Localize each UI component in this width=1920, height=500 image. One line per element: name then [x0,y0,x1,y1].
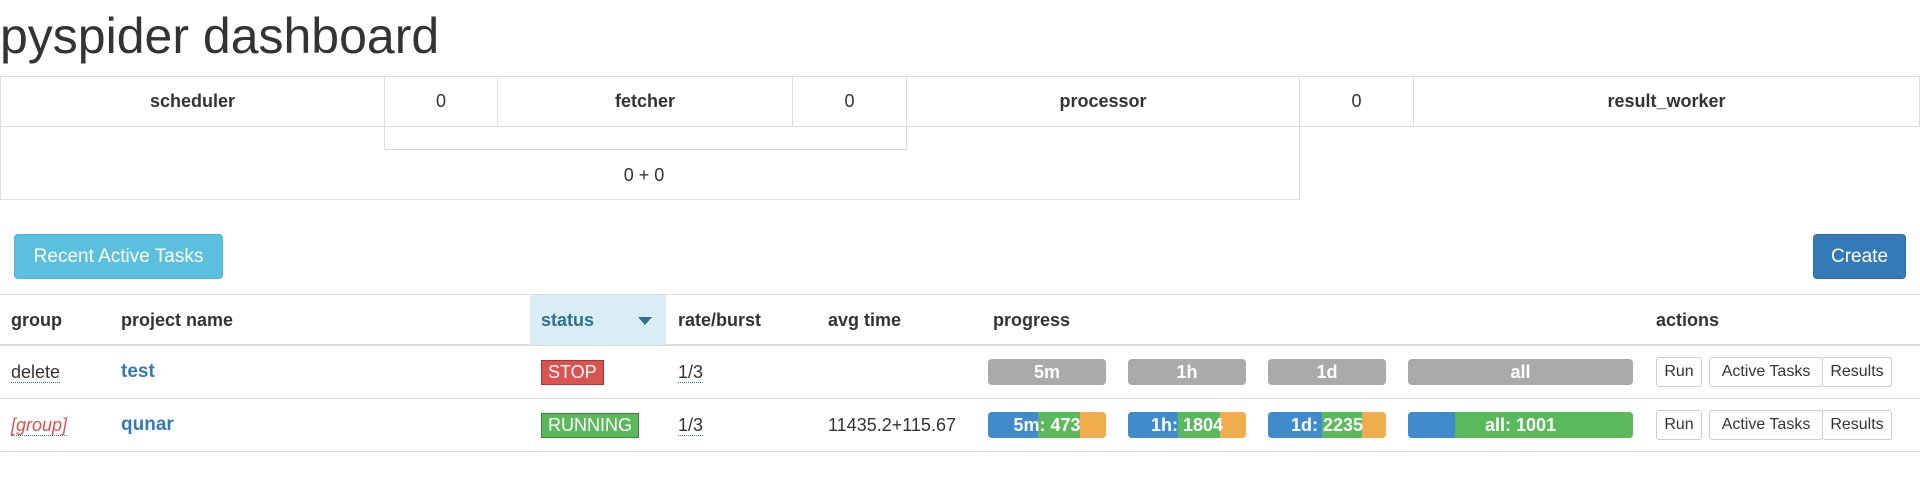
group-editable[interactable]: delete [11,362,61,383]
header-group: group [11,309,62,330]
progress-bar-1d: 1d [1268,359,1386,385]
header-actions: actions [1656,309,1720,330]
progress-label: 1d: 2235 [1290,414,1364,435]
rate-burst-editable[interactable]: 1/3 [678,415,704,436]
status-badge[interactable]: STOP [541,359,604,385]
result-worker-label: result_worker [1413,76,1920,127]
rate-burst-editable[interactable]: 1/3 [678,362,704,383]
header-avg-time[interactable]: avg time [817,295,982,345]
create-button[interactable]: Create [1813,234,1906,279]
processor-count: 0 [1299,76,1414,127]
processor-label: processor [906,76,1300,127]
group-editable[interactable]: [group] [11,415,68,436]
table-header: group project name status rate/burst avg… [0,294,1920,346]
row-project-name[interactable]: qunar [110,399,530,451]
progress-label: 1h: 1804 [1150,414,1224,435]
progress-bar-5m: 5m: 473 [988,412,1106,438]
project-link[interactable]: qunar [121,414,174,436]
row-group[interactable]: delete [0,346,110,398]
progress-bar-1d: 1d: 2235 [1268,412,1386,438]
progress-label: 1h [1176,361,1198,382]
progress-bar-5m: 5m [988,359,1106,385]
progress-bar-all: all [1408,359,1633,385]
progress-label: 1d [1316,361,1338,382]
row-status[interactable]: STOP [530,346,666,398]
row-project-name[interactable]: test [110,346,530,398]
project-link[interactable]: test [121,361,155,383]
processor-summary: 0 + 0 [623,164,665,185]
header-project-name[interactable]: project name [110,295,530,345]
progress-label: all: 1001 [1484,414,1557,435]
scheduler-label: scheduler [0,76,385,127]
results-button[interactable]: Results [1822,357,1892,387]
header-rate-burst[interactable]: rate/burst [667,295,817,345]
results-button[interactable]: Results [1822,410,1892,440]
page-title: pyspider dashboard [0,8,440,64]
stats-inner-divider [384,126,907,150]
header-status[interactable]: status [530,295,666,345]
table-row: delete test STOP 1/3 5m 1h 1d all Run Ac… [0,346,1920,399]
progress-label: 5m [1033,361,1060,382]
recent-active-tasks-button[interactable]: Recent Active Tasks [14,234,223,279]
run-button[interactable]: Run [1656,410,1702,440]
header-status-label: status [541,309,595,330]
row-rate-burst[interactable]: 1/3 [667,399,817,451]
table-row: [group] qunar RUNNING 1/3 11435.2+115.67… [0,399,1920,452]
header-progress: progress [993,309,1071,330]
row-avg-time: 11435.2+115.67 [828,414,956,435]
row-group[interactable]: [group] [0,399,110,451]
progress-label: 5m: 473 [1013,414,1081,435]
scheduler-count: 0 [384,76,498,127]
progress-bar-all: all: 1001 [1408,412,1633,438]
progress-bar-1h: 1h: 1804 [1128,412,1246,438]
run-button[interactable]: Run [1656,357,1702,387]
row-status[interactable]: RUNNING [530,399,666,451]
row-avg-time [817,346,982,398]
progress-label: all [1510,361,1531,382]
active-tasks-button[interactable]: Active Tasks [1709,410,1823,440]
sort-desc-icon [638,317,652,325]
row-rate-burst[interactable]: 1/3 [667,346,817,398]
fetcher-count: 0 [792,76,907,127]
active-tasks-button[interactable]: Active Tasks [1709,357,1823,387]
status-badge[interactable]: RUNNING [541,412,639,438]
stats-table: scheduler 0 fetcher 0 processor 0 result… [0,76,1920,200]
progress-bar-1h: 1h [1128,359,1246,385]
fetcher-label: fetcher [497,76,793,127]
